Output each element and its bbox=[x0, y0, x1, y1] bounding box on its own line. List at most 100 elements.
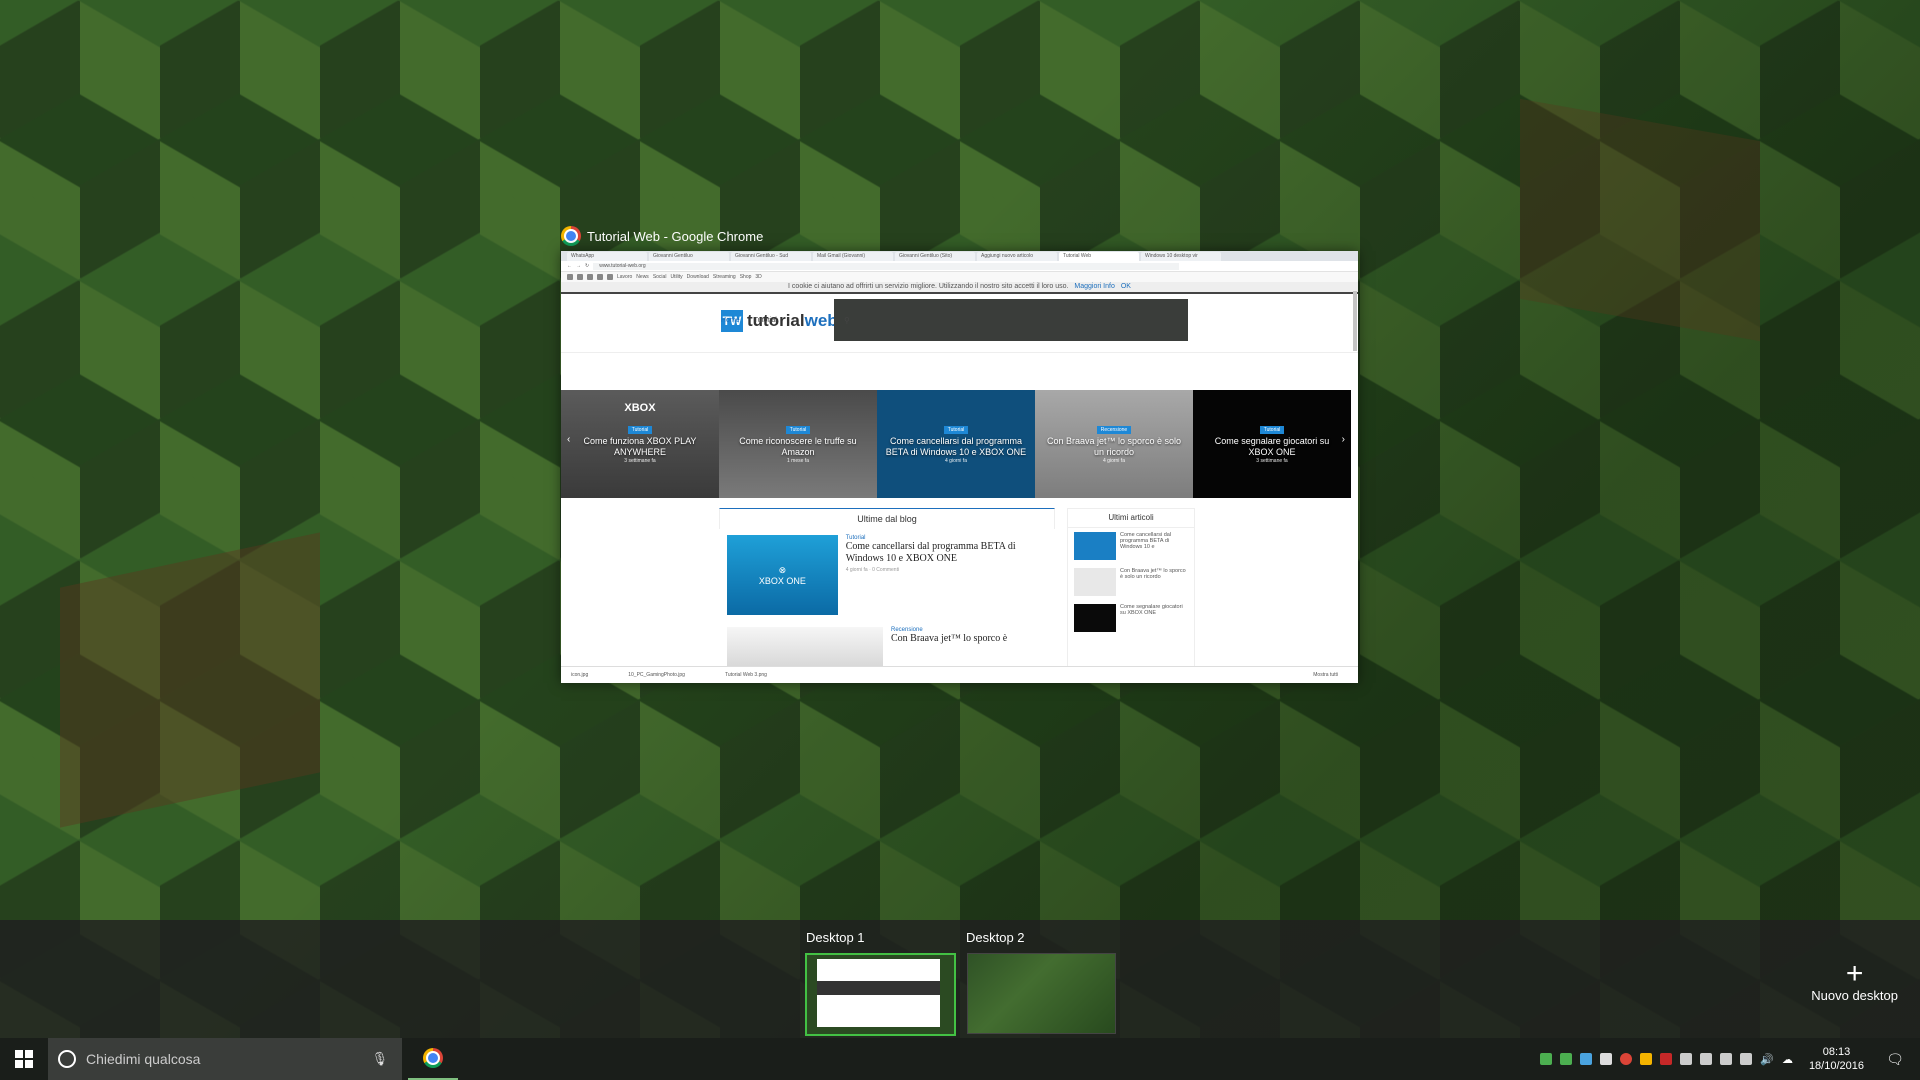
bookmark-folder[interactable]: Lavoro bbox=[617, 274, 632, 280]
forward-icon[interactable]: → bbox=[576, 263, 581, 269]
cortana-search-box[interactable]: Chiedimi qualcosa 🎙 bbox=[48, 1038, 402, 1080]
side-article-title: Come cancellarsi dal programma BETA di W… bbox=[1120, 532, 1172, 550]
window-title: Tutorial Web - Google Chrome bbox=[587, 228, 764, 244]
cookie-ok-button[interactable]: OK bbox=[1121, 283, 1131, 290]
system-tray: 🔊 ☁ 08:13 18/10/2016 🗨 bbox=[1540, 1045, 1920, 1073]
side-article[interactable]: Come cancellarsi dal programma BETA di W… bbox=[1068, 528, 1194, 564]
nav-home[interactable]: Home bbox=[721, 317, 740, 324]
onedrive-icon[interactable]: ☁ bbox=[1782, 1053, 1793, 1066]
side-article-title: Come segnalare giocatori su XBOX ONE bbox=[1120, 604, 1183, 616]
bookmark-icon[interactable] bbox=[577, 274, 583, 280]
post-thumbnail[interactable] bbox=[727, 627, 883, 667]
post-title[interactable]: Con Braava jet™ lo sporco è bbox=[891, 633, 1007, 645]
bookmark-icon[interactable] bbox=[597, 274, 603, 280]
browser-tab-active[interactable]: Tutorial Web bbox=[1059, 252, 1139, 261]
desktop-2-thumbnail[interactable] bbox=[967, 953, 1116, 1034]
bookmark-icon[interactable] bbox=[567, 274, 573, 280]
reload-icon[interactable]: ↻ bbox=[585, 263, 589, 269]
back-icon[interactable]: ← bbox=[567, 263, 572, 269]
blog-column: Ultime dal blog ⊗ XBOX ONE Tutorial Come… bbox=[719, 508, 1055, 673]
bookmark-folder[interactable]: News bbox=[636, 274, 649, 280]
slide-title: Come riconoscere le truffe su Amazon bbox=[739, 436, 857, 457]
bookmark-icon[interactable] bbox=[607, 274, 613, 280]
latest-articles-widget: Ultimi articoli Come cancellarsi dal pro… bbox=[1067, 508, 1195, 680]
taskbar: Chiedimi qualcosa 🎙 🔊 ☁ 08:13 18/10/2016… bbox=[0, 1038, 1920, 1080]
browser-tab[interactable]: Windows 10 desktop vir bbox=[1141, 252, 1221, 261]
slide[interactable]: › Tutorial Come segnalare giocatori su X… bbox=[1193, 390, 1351, 498]
slide-badge: Recensione bbox=[1096, 426, 1132, 434]
green-app-icon[interactable] bbox=[1560, 1053, 1573, 1065]
desktop-2-label[interactable]: Desktop 2 bbox=[966, 930, 1025, 945]
slide-date: 3 settimane fa bbox=[624, 458, 656, 464]
bookmark-folder[interactable]: Streaming bbox=[713, 274, 736, 280]
slide[interactable]: Tutorial Come riconoscere le truffe su A… bbox=[719, 390, 877, 498]
browser-tab[interactable]: Aggiungi nuovo articolo bbox=[977, 252, 1057, 261]
wallpaper-block bbox=[1520, 98, 1760, 342]
bookmark-icon[interactable] bbox=[587, 274, 593, 280]
browser-tab[interactable]: WhatsApp bbox=[567, 252, 647, 261]
browser-tab[interactable]: Giovanni Gentiluo - Sud bbox=[731, 252, 811, 261]
clock[interactable]: 08:13 18/10/2016 bbox=[1809, 1045, 1864, 1073]
download-item[interactable]: 10_PC_GamingPhoto.jpg bbox=[628, 672, 685, 678]
chevron-left-icon[interactable]: ‹ bbox=[567, 434, 570, 445]
usb-icon[interactable] bbox=[1680, 1053, 1693, 1065]
side-article[interactable]: Come segnalare giocatori su XBOX ONE bbox=[1068, 600, 1194, 636]
bookmark-folder[interactable]: 3D bbox=[755, 274, 761, 280]
chevron-right-icon[interactable]: › bbox=[1342, 434, 1345, 445]
cookie-more-link[interactable]: Maggiori Info bbox=[1074, 283, 1114, 290]
volume-icon[interactable]: 🔊 bbox=[1760, 1053, 1774, 1066]
bookmark-folder[interactable]: Shop bbox=[740, 274, 752, 280]
bookmark-folder[interactable]: Download bbox=[687, 274, 709, 280]
download-item[interactable]: icon.jpg bbox=[571, 672, 588, 678]
browser-tab[interactable]: Mail Gmail (Giovanni) bbox=[813, 252, 893, 261]
network-icon[interactable] bbox=[1700, 1053, 1713, 1065]
microphone-icon[interactable]: 🎙 bbox=[371, 1051, 388, 1067]
slide[interactable]: Tutorial Come cancellarsi dal programma … bbox=[877, 390, 1035, 498]
desktop-1-thumbnail[interactable] bbox=[805, 953, 956, 1036]
bookmark-folder[interactable]: Social bbox=[653, 274, 667, 280]
slide-date: 4 giorni fa bbox=[1103, 458, 1125, 464]
google-drive-icon[interactable] bbox=[1640, 1053, 1653, 1065]
bookmark-folder[interactable]: Utility bbox=[670, 274, 682, 280]
power-icon[interactable] bbox=[1740, 1053, 1753, 1065]
url-input[interactable]: www.tutorial-web.org bbox=[593, 262, 1180, 270]
desktop-1-label[interactable]: Desktop 1 bbox=[806, 930, 865, 945]
download-item[interactable]: Tutorial Web 3.png bbox=[725, 672, 767, 678]
slide-badge: Tutorial bbox=[1259, 426, 1285, 434]
chrome-window-preview[interactable]: WhatsApp Giovanni Gentiluo Giovanni Gent… bbox=[561, 251, 1358, 683]
blog-post[interactable]: ⊗ XBOX ONE Tutorial Come cancellarsi dal… bbox=[719, 529, 1055, 621]
widget-title: Ultimi articoli bbox=[1068, 509, 1194, 528]
page-scrollbar[interactable] bbox=[1353, 291, 1357, 351]
side-thumbnail bbox=[1074, 604, 1116, 632]
slide-date: 3 settimane fa bbox=[1256, 458, 1288, 464]
shield-icon[interactable] bbox=[1720, 1053, 1733, 1065]
new-desktop-button[interactable]: + Nuovo desktop bbox=[1811, 959, 1898, 1004]
virtual-desktops-bar: Desktop 1 Desktop 2 + Nuovo desktop bbox=[0, 920, 1920, 1038]
slide[interactable]: Recensione Con Braava jet™ lo sporco è s… bbox=[1035, 390, 1193, 498]
chrome-tray-icon[interactable] bbox=[1620, 1053, 1633, 1065]
browser-tab[interactable]: Giovanni Gentiluo (Sito) bbox=[895, 252, 975, 261]
search-icon[interactable]: ⚲ bbox=[834, 299, 1188, 341]
map-pin-icon[interactable] bbox=[1540, 1053, 1553, 1065]
side-article[interactable]: Con Braava jet™ lo sporco è solo un rico… bbox=[1068, 564, 1194, 600]
dropbox-icon[interactable] bbox=[1600, 1053, 1613, 1065]
nav-tutorial[interactable]: Tutorial bbox=[754, 317, 777, 324]
show-all-downloads[interactable]: Mostra tutti bbox=[1313, 672, 1338, 678]
action-center-icon[interactable]: 🗨 bbox=[1880, 1051, 1910, 1068]
post-date: 4 giorni fa · 0 Commenti bbox=[845, 567, 900, 573]
taskbar-chrome-button[interactable] bbox=[408, 1038, 458, 1080]
xbox-logo-icon: ⊗ bbox=[778, 564, 787, 575]
app-icon[interactable] bbox=[1660, 1053, 1673, 1065]
post-title[interactable]: Come cancellarsi dal programma BETA di W… bbox=[846, 541, 1047, 565]
clock-time: 08:13 bbox=[1822, 1046, 1851, 1058]
start-button[interactable] bbox=[0, 1038, 48, 1080]
slide-date: 4 giorni fa bbox=[945, 458, 967, 464]
slide-title: Come cancellarsi dal programma BETA di W… bbox=[885, 436, 1027, 457]
slide-badge: Tutorial bbox=[785, 426, 811, 434]
browser-tab[interactable]: Giovanni Gentiluo bbox=[649, 252, 729, 261]
slide[interactable]: XBOX ‹ Tutorial Come funziona XBOX PLAY … bbox=[561, 390, 719, 498]
post-thumbnail[interactable]: ⊗ XBOX ONE bbox=[727, 535, 838, 615]
thumbnail-caption: XBOX ONE bbox=[758, 575, 806, 586]
app-icon[interactable] bbox=[1580, 1053, 1593, 1065]
window-title-bar[interactable]: Tutorial Web - Google Chrome bbox=[561, 225, 763, 247]
